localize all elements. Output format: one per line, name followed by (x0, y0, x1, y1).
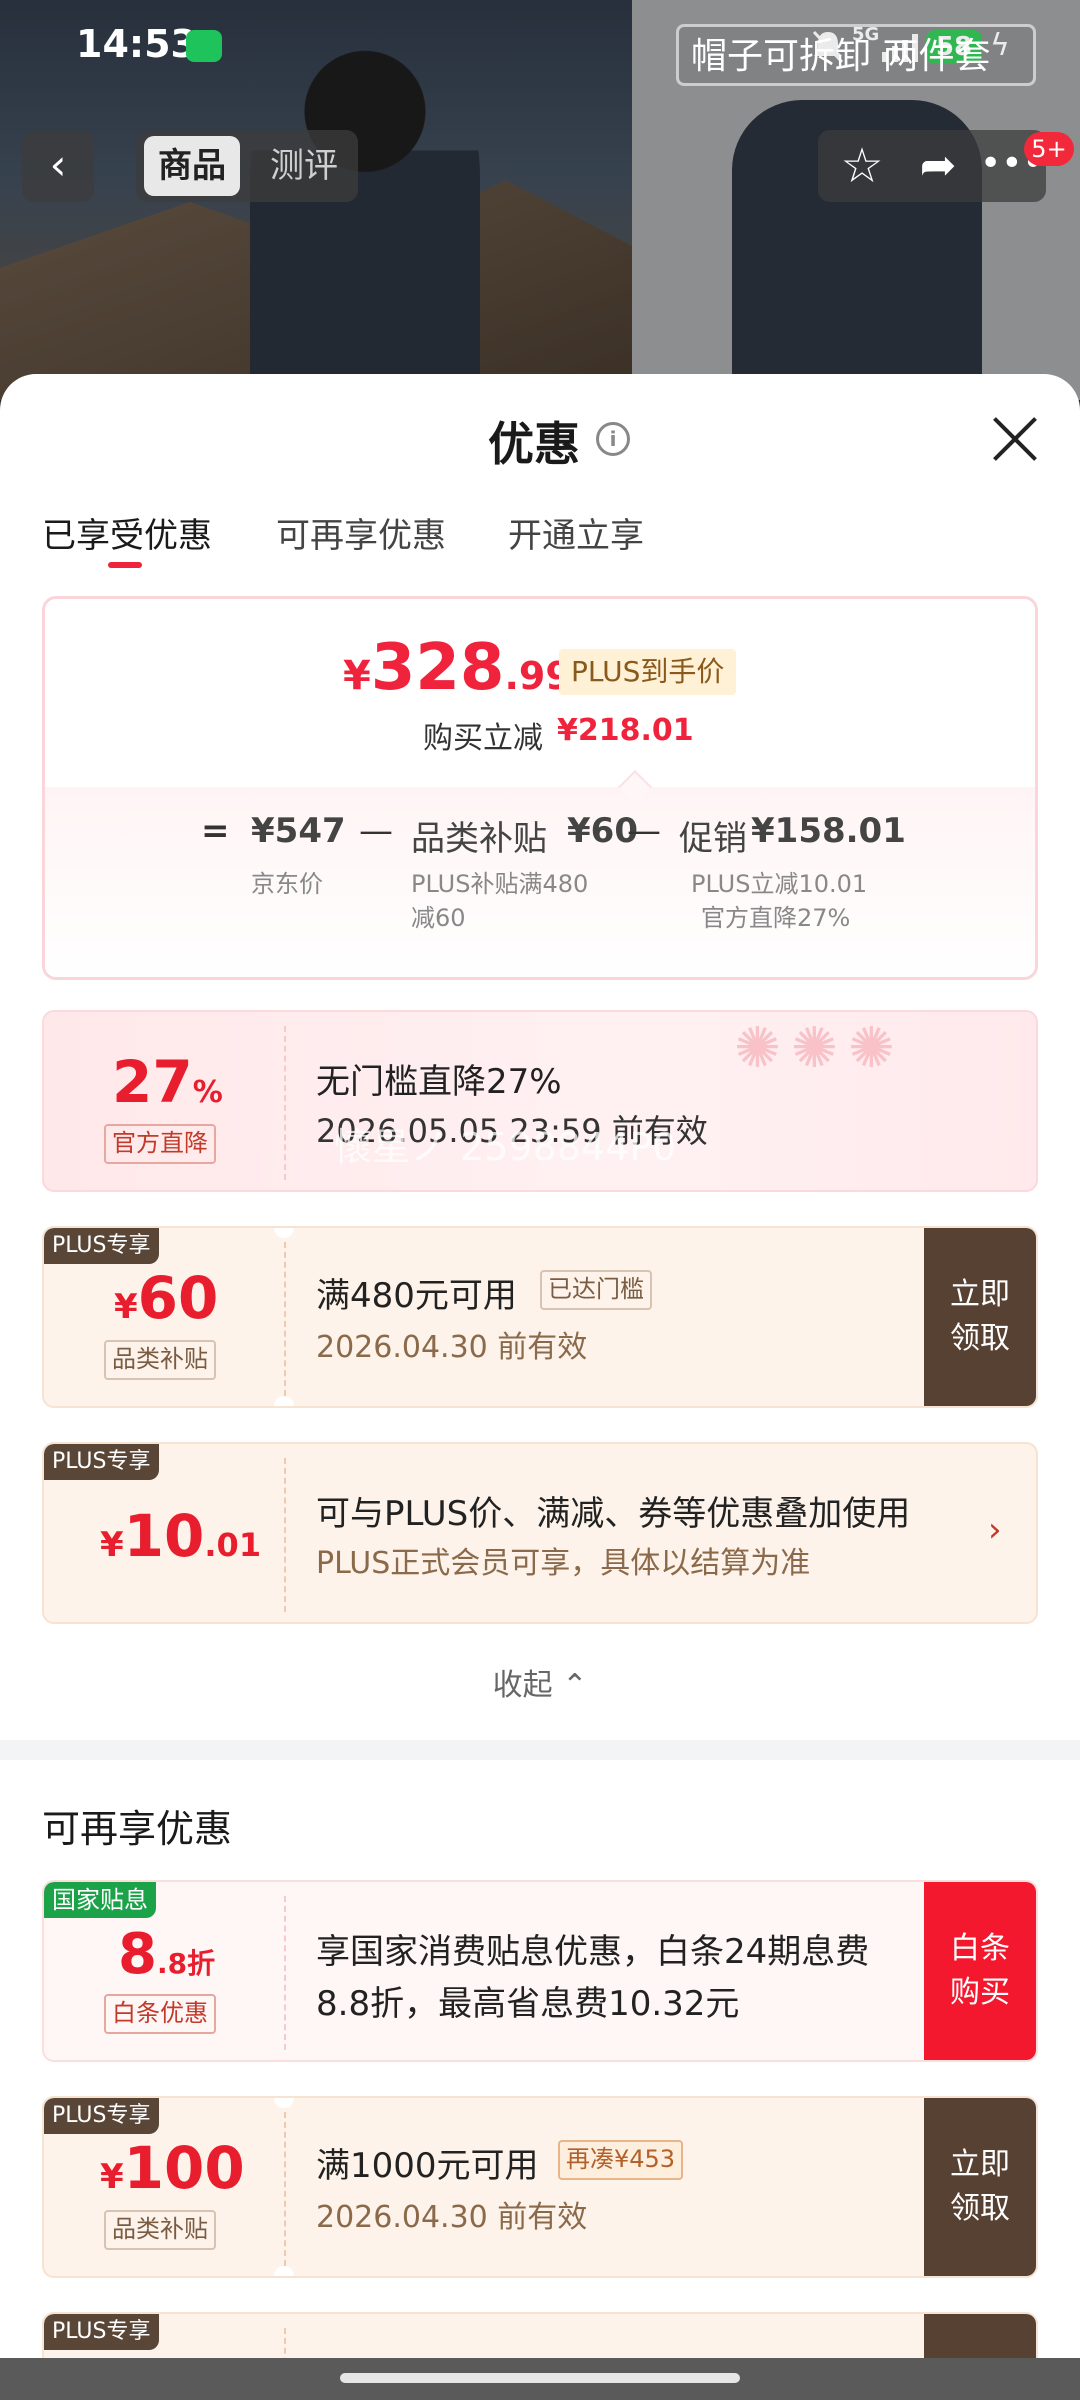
chevron-up-icon: ⌃ (562, 1668, 588, 1703)
coupon-type-box: 白条优惠 (104, 1994, 216, 2034)
favorite-star-icon[interactable]: ☆ (830, 136, 894, 196)
coupon-divider (284, 1896, 286, 2050)
equals-sign: = (201, 811, 230, 851)
section-separator (0, 1740, 1080, 1760)
fireworks-decoration: ✺✺✺ (734, 1016, 905, 1081)
promo-value: ¥158.01 (751, 811, 906, 851)
coupon-title: 可与PLUS价、满减、券等优惠叠加使用 (316, 1494, 911, 1534)
plus-exclusive-tag: PLUS专享 (44, 2314, 159, 2350)
coupon-divider (284, 1458, 286, 1612)
close-icon[interactable] (990, 414, 1040, 464)
coupon-type-box: 品类补贴 (104, 2210, 216, 2250)
minus-sign: — (359, 811, 393, 851)
tab-review[interactable]: 测评 (256, 136, 352, 196)
coupon-expiry: 2026.04.30 前有效 (316, 2200, 588, 2235)
info-icon[interactable]: i (596, 422, 630, 456)
coupon-baitiao: 国家贴息 8.8折 白条优惠 享国家消费贴息优惠，白条24期息费 8.8折，最高… (42, 1880, 1038, 2062)
coupon-value: 27% (112, 1048, 223, 1116)
category-label: 品类补贴 (411, 819, 547, 859)
final-price: ¥328.99 (343, 631, 572, 705)
coupon-value: 8.8折 (118, 1922, 216, 1987)
coupon-divider (284, 1242, 286, 1396)
coupon-type-box: 品类补贴 (104, 1340, 216, 1380)
claim-button[interactable]: 立即 领取 (924, 2098, 1036, 2276)
jd-price-label: 京东价 (251, 870, 323, 898)
coupon-value: ¥100 (100, 2134, 245, 2202)
coupon-value: ¥60 (114, 1264, 219, 1332)
minus-sign-2: — (627, 811, 661, 851)
promo-note-1: PLUS立减10.01 (691, 870, 868, 898)
back-button[interactable]: ‹ (22, 130, 94, 202)
coupon-value: ¥10.01 (100, 1502, 262, 1570)
coupon-title: 享国家消费贴息优惠，白条24期息费 (316, 1932, 870, 1972)
threshold-met-badge: 已达门槛 (540, 1270, 652, 1310)
plus-exclusive-tag: PLUS专享 (44, 1444, 159, 1480)
coupon-divider (284, 2112, 286, 2266)
product-title: 帽子可拆卸 两件套 (676, 24, 1036, 86)
plus-exclusive-tag: PLUS专享 (44, 2098, 159, 2134)
jd-price: ¥547 (251, 811, 346, 851)
section-title: 可再享优惠 (42, 1807, 233, 1851)
plus-exclusive-tag: PLUS专享 (44, 1228, 159, 1264)
watermark-text: 懷星ノ 2598844P0 (334, 1125, 677, 1169)
gov-subsidy-tag: 国家贴息 (44, 1882, 156, 1918)
tab-enjoyed[interactable]: 已享受优惠 (42, 508, 212, 557)
reduce-value: ¥218.01 (557, 713, 694, 748)
coupon-type-box: 官方直降 (104, 1124, 216, 1164)
claim-button[interactable]: 立即 领取 (924, 1228, 1036, 1406)
tab-activate[interactable]: 开通立享 (508, 508, 644, 557)
message-badge: 5+ (1024, 132, 1074, 166)
coupon-expiry: 2026.04.30 前有效 (316, 1330, 588, 1365)
chevron-right-icon: › (988, 1510, 1002, 1550)
discount-sheet: 优惠 i 已享受优惠 可再享优惠 开通立享 ¥328.99 PLUS到手价 购买… (0, 374, 1080, 2400)
coupon-title: 满480元可用 (316, 1276, 517, 1316)
coupon-title: 满1000元可用 (316, 2146, 539, 2186)
add-more-badge: 再凑¥453 (558, 2140, 684, 2180)
plus-price-tag: PLUS到手价 (559, 649, 737, 695)
coupon-plus-60: PLUS专享 ¥60 品类补贴 满480元可用 已达门槛 2026.04.30 … (42, 1226, 1038, 1408)
coupon-title-line2: 8.8折，最高省息费10.32元 (316, 1984, 740, 2024)
coupon-desc: PLUS正式会员可享，具体以结算为准 (316, 1546, 811, 1581)
price-summary-card: ¥328.99 PLUS到手价 购买立减 ¥218.01 = ¥547 京东价 … (42, 596, 1038, 980)
home-indicator[interactable] (340, 2373, 740, 2383)
coupon-divider (284, 1026, 286, 1180)
promo-note-2: 官方直降27% (701, 904, 851, 932)
status-time: 14:53 (76, 22, 197, 66)
sheet-title: 优惠 (488, 417, 580, 471)
collapse-button[interactable]: 收起 ⌃ (0, 1660, 1080, 1704)
coupon-plus-100: PLUS专享 ¥100 品类补贴 满1000元可用 再凑¥453 2026.04… (42, 2096, 1038, 2278)
wechat-icon (186, 30, 222, 62)
baitiao-buy-button[interactable]: 白条 购买 (924, 1882, 1036, 2060)
share-icon[interactable]: ➦ (906, 136, 970, 196)
tab-underline (108, 562, 142, 568)
tab-more-available[interactable]: 可再享优惠 (276, 508, 446, 557)
coupon-plus-10[interactable]: PLUS专享 ¥10.01 可与PLUS价、满减、券等优惠叠加使用 PLUS正式… (42, 1442, 1038, 1624)
category-note: PLUS补贴满480减60 (411, 870, 589, 932)
promo-label: 促销 (679, 819, 747, 859)
tab-product[interactable]: 商品 (144, 136, 240, 196)
coupon-title: 无门槛直降27% (316, 1062, 562, 1102)
reduce-label: 购买立减 (423, 721, 543, 756)
